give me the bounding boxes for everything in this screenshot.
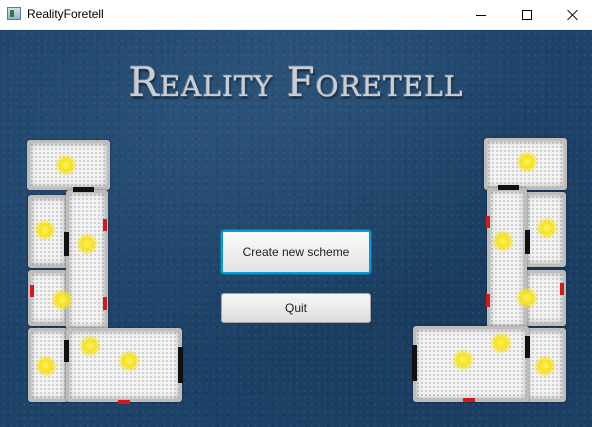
door [412,345,417,381]
window-titlebar: RealityForetell [0,0,592,30]
minimize-button[interactable] [458,0,504,30]
ceiling-light [516,151,538,173]
room [487,188,527,330]
window-title: RealityForetell [27,7,104,21]
right-floor-plan-illustration [0,30,592,427]
ceiling-light [536,217,558,239]
minimize-icon [476,14,486,16]
ceiling-light [452,349,474,371]
window-marker [486,216,490,228]
ceiling-light [492,230,514,252]
ceiling-light [516,287,538,309]
app-window-icon [7,7,21,20]
create-new-scheme-button[interactable]: Create new scheme [221,230,371,274]
close-button[interactable] [550,0,592,30]
close-icon [567,9,579,21]
maximize-icon [522,10,532,20]
door [525,336,530,358]
ceiling-light [490,332,512,354]
window-marker [560,283,564,295]
maximize-button[interactable] [504,0,550,30]
ceiling-light [534,355,556,377]
window-marker [463,398,475,402]
door [525,230,530,254]
quit-button[interactable]: Quit [221,293,371,323]
door [498,185,519,190]
main-menu-scene: Reality Foretell Create new scheme Quit [0,30,592,427]
window-marker [486,294,490,307]
